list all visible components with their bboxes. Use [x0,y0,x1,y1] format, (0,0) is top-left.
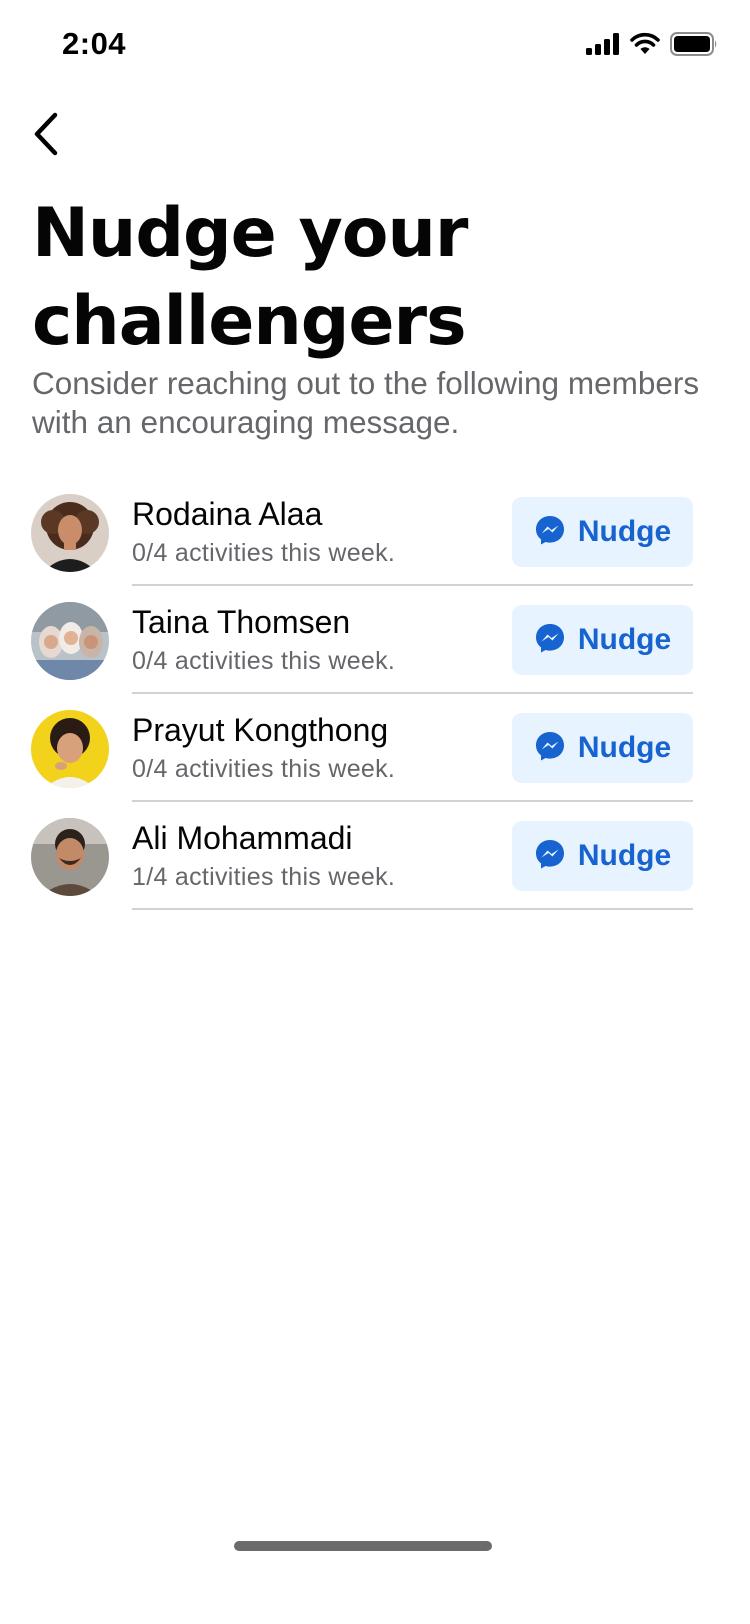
member-text: Rodaina Alaa 0/4 activities this week. [132,494,502,570]
messenger-icon [534,838,566,875]
avatar [31,818,109,896]
page-title: Nudge your challengers [32,194,468,361]
messenger-icon [534,622,566,659]
list-item: Rodaina Alaa 0/4 activities this week. N… [0,478,750,586]
battery-icon [670,32,718,61]
messenger-icon [534,514,566,551]
member-progress: 0/4 activities this week. [132,755,396,783]
member-text: Ali Mohammadi 1/4 activities this week. [132,818,502,894]
member-name: Ali Mohammadi [132,820,353,856]
list-item: Prayut Kongthong 0/4 activities this wee… [0,694,750,802]
chevron-left-icon [31,112,61,161]
avatar [31,602,109,680]
wifi-icon [630,32,660,61]
list-item: Ali Mohammadi 1/4 activities this week. … [0,802,750,910]
member-name: Rodaina Alaa [132,496,323,532]
avatar [31,494,109,572]
member-list: Rodaina Alaa 0/4 activities this week. N… [0,478,750,910]
nudge-label: Nudge [577,623,672,656]
member-text: Taina Thomsen 0/4 activities this week. [132,602,502,678]
nudge-button[interactable]: Nudge [512,497,693,567]
list-item: Taina Thomsen 0/4 activities this week. … [0,586,750,694]
nudge-button[interactable]: Nudge [512,713,693,783]
nudge-button[interactable]: Nudge [512,605,693,675]
member-text: Prayut Kongthong 0/4 activities this wee… [132,710,502,786]
nudge-label: Nudge [577,515,672,548]
page-subtitle: Consider reaching out to the following m… [32,365,700,440]
member-progress: 0/4 activities this week. [132,647,396,675]
avatar [31,710,109,788]
screen: 2:04 Nudge your challengers Consider rea… [0,0,750,1624]
member-name: Taina Thomsen [132,604,351,640]
divider [132,908,693,910]
back-button[interactable] [22,108,70,164]
messenger-icon [534,730,566,767]
status-icons [586,32,718,61]
member-progress: 0/4 activities this week. [132,539,396,567]
nudge-label: Nudge [577,731,672,764]
status-time: 2:04 [62,26,127,61]
nudge-button[interactable]: Nudge [512,821,693,891]
member-name: Prayut Kongthong [132,712,389,748]
home-indicator[interactable] [234,1541,492,1551]
nudge-label: Nudge [577,839,672,872]
member-progress: 1/4 activities this week. [132,863,396,891]
cellular-signal-icon [586,33,620,60]
status-bar: 2:04 [0,0,750,90]
